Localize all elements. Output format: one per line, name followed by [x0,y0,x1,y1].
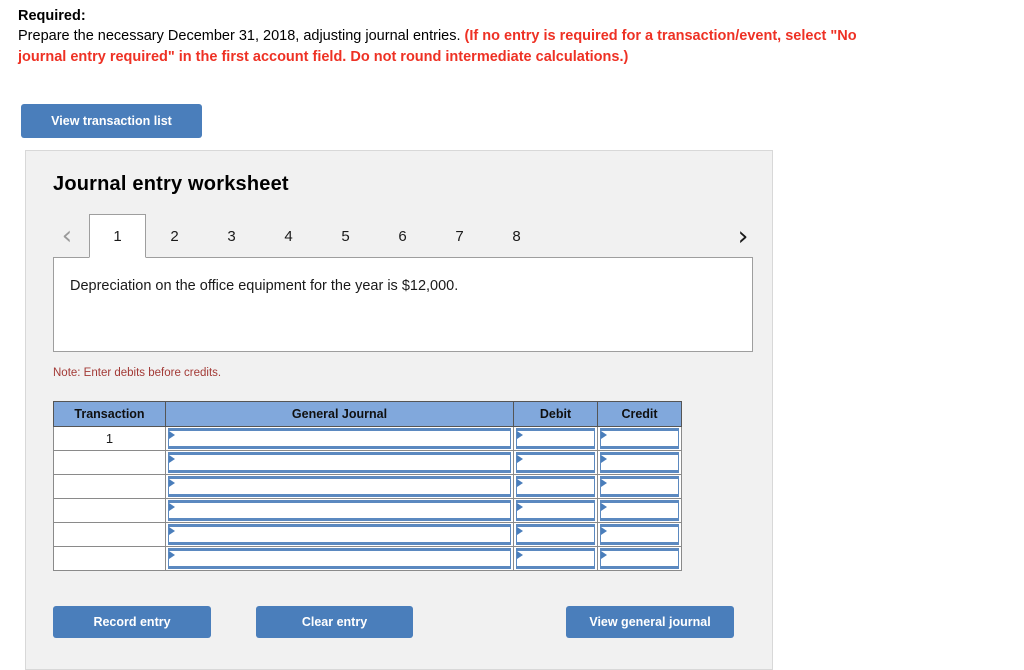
column-header-transaction: Transaction [53,401,166,427]
journal-entry-worksheet-panel: Journal entry worksheet ‹ 12345678 › Dep… [25,150,773,670]
worksheet-tab-1[interactable]: 1 [89,214,146,258]
credit-input[interactable] [600,476,679,497]
general-journal-cell [165,474,514,499]
worksheet-tab-7[interactable]: 7 [431,214,488,258]
general-journal-cell [165,498,514,523]
required-instructions: Required: Prepare the necessary December… [18,6,1024,68]
debit-input[interactable] [516,452,595,473]
debit-input[interactable] [516,476,595,497]
transaction-description-text: Depreciation on the office equipment for… [70,278,459,294]
table-row [53,546,682,571]
debit-cell [513,474,598,499]
transaction-description-box: Depreciation on the office equipment for… [53,257,753,352]
page-title: Journal entry worksheet [53,173,289,195]
credit-cell [597,426,682,451]
debit-cell [513,522,598,547]
worksheet-tab-8[interactable]: 8 [488,214,545,258]
worksheet-tab-5[interactable]: 5 [317,214,374,258]
required-line-1: Prepare the necessary December 31, 2018,… [18,26,1024,47]
general-journal-cell [165,426,514,451]
record-entry-button[interactable]: Record entry [53,606,211,638]
transaction-number-cell [53,546,166,571]
debit-cell [513,426,598,451]
transaction-number-cell [53,474,166,499]
credit-input[interactable] [600,452,679,473]
transaction-number-cell [53,498,166,523]
debit-cell [513,498,598,523]
general-journal-input[interactable] [168,428,511,449]
debit-input[interactable] [516,524,595,545]
credit-cell [597,474,682,499]
general-journal-input[interactable] [168,524,511,545]
credit-input[interactable] [600,548,679,569]
tab-list: 12345678 [89,214,545,258]
table-row [53,474,682,499]
worksheet-tab-2[interactable]: 2 [146,214,203,258]
view-transaction-list-label: View transaction list [51,114,172,128]
worksheet-tab-3[interactable]: 3 [203,214,260,258]
general-journal-input[interactable] [168,452,511,473]
required-label: Required: [18,8,86,24]
debits-before-credits-note: Note: Enter debits before credits. [53,367,222,379]
required-text-black: Prepare the necessary December 31, 2018,… [18,28,461,44]
credit-cell [597,522,682,547]
worksheet-tab-4[interactable]: 4 [260,214,317,258]
transaction-number-cell [53,522,166,547]
journal-entry-table: Transaction General Journal Debit Credit… [53,401,682,571]
general-journal-cell [165,546,514,571]
debit-input[interactable] [516,500,595,521]
debit-cell [513,546,598,571]
clear-entry-label: Clear entry [301,615,368,629]
transaction-number-cell: 1 [53,426,166,451]
credit-cell [597,450,682,475]
chevron-right-icon[interactable]: › [729,214,757,258]
general-journal-input[interactable] [168,476,511,497]
table-row [53,498,682,523]
table-body: 1 [53,426,682,571]
credit-input[interactable] [600,524,679,545]
view-general-journal-label: View general journal [589,615,711,629]
table-row: 1 [53,426,682,451]
worksheet-tab-6[interactable]: 6 [374,214,431,258]
record-entry-label: Record entry [93,615,171,629]
table-header-row: Transaction General Journal Debit Credit [53,401,682,427]
view-general-journal-button[interactable]: View general journal [566,606,734,638]
transaction-number-cell [53,450,166,475]
required-line-2: journal entry required" in the first acc… [18,49,629,65]
required-text-red-part1: (If no entry is required for a transacti… [464,28,857,44]
credit-cell [597,498,682,523]
column-header-debit: Debit [513,401,598,427]
general-journal-input[interactable] [168,500,511,521]
debit-cell [513,450,598,475]
general-journal-cell [165,450,514,475]
chevron-left-icon[interactable]: ‹ [53,214,81,258]
table-row [53,450,682,475]
general-journal-input[interactable] [168,548,511,569]
credit-input[interactable] [600,428,679,449]
column-header-general-journal: General Journal [165,401,514,427]
credit-cell [597,546,682,571]
credit-input[interactable] [600,500,679,521]
debit-input[interactable] [516,548,595,569]
clear-entry-button[interactable]: Clear entry [256,606,413,638]
table-row [53,522,682,547]
general-journal-cell [165,522,514,547]
debit-input[interactable] [516,428,595,449]
worksheet-tabs: ‹ 12345678 › [53,214,753,258]
view-transaction-list-button[interactable]: View transaction list [21,104,202,138]
column-header-credit: Credit [597,401,682,427]
